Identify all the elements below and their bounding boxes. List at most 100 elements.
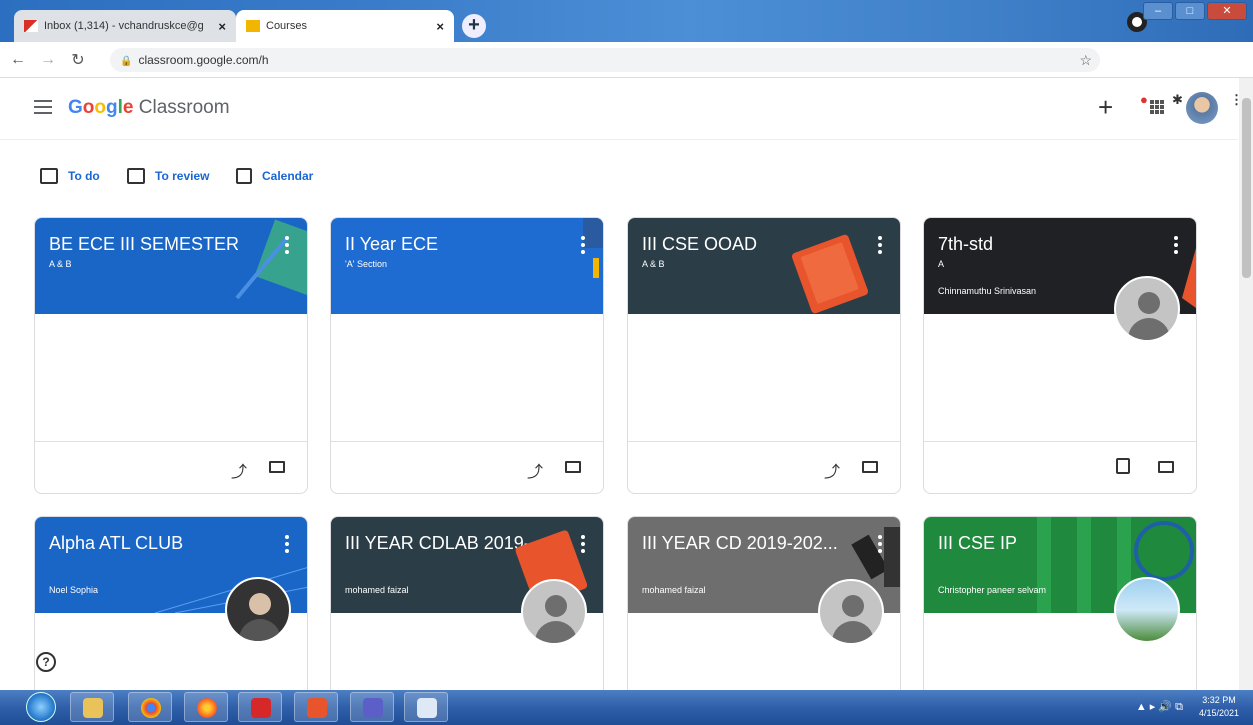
gmail-icon — [24, 20, 38, 32]
folder-icon[interactable] — [1158, 461, 1174, 473]
course-banner[interactable]: BE ECE III SEMESTER A & B — [35, 218, 307, 314]
teacher-avatar — [818, 579, 884, 645]
trending-icon[interactable]: ⤴ — [824, 458, 840, 482]
help-icon[interactable]: ? — [36, 652, 56, 672]
minimize-button[interactable]: – — [1143, 2, 1173, 20]
course-card[interactable]: II Year ECE 'A' Section ⤴ — [330, 217, 604, 494]
more-options-icon[interactable] — [581, 535, 585, 556]
teacher-name[interactable]: Christopher paneer selvam — [938, 585, 1046, 595]
trending-icon[interactable]: ⤴ — [527, 458, 543, 482]
taskbar-clock[interactable]: 3:32 PM 4/15/2021 — [1199, 694, 1239, 720]
account-avatar[interactable] — [1186, 92, 1218, 124]
app-taskbar-icon[interactable] — [404, 692, 448, 722]
course-title[interactable]: III YEAR CD 2019-202... — [642, 533, 862, 554]
firefox-taskbar-icon[interactable] — [184, 692, 228, 722]
address-toolbar: ← → ↻ 🔒classroom.google.com/h ☆ ● ✱ ● ⋮ — [0, 42, 1253, 107]
card-footer: ⤴ — [628, 441, 900, 493]
url-field[interactable]: 🔒 classroom.google.com/h ☆ — [110, 48, 1100, 72]
course-card[interactable]: III CSE OOAD A & B ⤴ — [627, 217, 901, 494]
more-options-icon[interactable] — [878, 236, 882, 257]
add-class-icon[interactable]: + — [1098, 92, 1113, 123]
course-card[interactable]: Alpha ATL CLUB Noel Sophia — [34, 516, 308, 696]
trending-icon[interactable]: ⤴ — [231, 458, 247, 482]
teacher-name[interactable]: Noel Sophia — [49, 585, 98, 595]
course-card[interactable]: 7th-std A Chinnamuthu Srinivasan — [923, 217, 1197, 494]
course-banner[interactable]: III CSE OOAD A & B — [628, 218, 900, 314]
classroom-header: Google Classroom + — [0, 78, 1238, 140]
teacher-avatar — [1114, 276, 1180, 342]
more-options-icon[interactable] — [1174, 236, 1178, 257]
tab-title: Courses — [266, 20, 307, 32]
course-section: 'A' Section — [345, 259, 387, 269]
banner-illustration — [235, 219, 307, 300]
lock-icon: 🔒 — [120, 56, 133, 67]
course-card[interactable]: III CSE IP Christopher paneer selvam — [923, 516, 1197, 696]
forward-icon[interactable]: → — [36, 51, 60, 69]
tab-courses[interactable]: Courses × — [236, 10, 454, 42]
teacher-avatar — [225, 577, 291, 643]
calendar-icon — [236, 168, 252, 184]
card-footer — [924, 441, 1196, 493]
acrobat-taskbar-icon[interactable] — [238, 692, 282, 722]
clock-time: 3:32 PM — [1202, 695, 1236, 705]
url-text: classroom.google.com/h — [138, 53, 269, 67]
more-options-icon[interactable] — [581, 236, 585, 257]
folder-icon[interactable] — [862, 461, 878, 473]
course-title[interactable]: II Year ECE — [345, 234, 565, 255]
powerpoint-taskbar-icon[interactable] — [294, 692, 338, 722]
card-footer: ⤴ — [331, 441, 603, 493]
new-tab-button[interactable]: + — [462, 14, 486, 38]
teacher-name[interactable]: mohamed faizal — [345, 585, 409, 595]
banner-illustration — [1182, 248, 1196, 308]
file-explorer-taskbar-icon[interactable] — [70, 692, 114, 722]
teacher-name[interactable]: Chinnamuthu Srinivasan — [938, 286, 1036, 296]
system-tray-icons[interactable]: ▲ ▸ 🔊 ⧉ — [1136, 700, 1183, 714]
to-review-label: To review — [155, 169, 210, 183]
todo-icon — [40, 168, 58, 184]
more-options-icon[interactable] — [285, 535, 289, 556]
course-card[interactable]: BE ECE III SEMESTER A & B ⤴ — [34, 217, 308, 494]
page-scrollbar[interactable] — [1239, 78, 1253, 690]
calendar-link[interactable]: Calendar — [236, 168, 313, 184]
chrome-taskbar-icon[interactable] — [128, 692, 172, 722]
todo-link[interactable]: To do — [40, 168, 100, 184]
close-tab-icon[interactable]: × — [436, 19, 444, 34]
course-section: A — [938, 259, 945, 269]
teams-taskbar-icon[interactable] — [350, 692, 394, 722]
calendar-label: Calendar — [262, 169, 314, 183]
course-card[interactable]: III YEAR CDLAB 2019-... mohamed faizal — [330, 516, 604, 696]
more-options-icon[interactable] — [878, 535, 882, 556]
tab-inbox[interactable]: Inbox (1,314) - vchandruskce@g × — [14, 10, 236, 42]
reload-icon[interactable]: ↻ — [66, 50, 90, 70]
close-tab-icon[interactable]: × — [218, 19, 226, 34]
teacher-avatar — [1114, 577, 1180, 643]
window-controls: – □ ✕ — [1143, 2, 1247, 20]
teacher-name[interactable]: mohamed faizal — [642, 585, 706, 595]
start-button-icon[interactable] — [26, 692, 56, 722]
card-footer: ⤴ — [35, 441, 307, 493]
clock-date: 4/15/2021 — [1198, 708, 1239, 718]
banner-illustration — [583, 218, 603, 278]
folder-icon[interactable] — [565, 461, 581, 473]
maximize-button[interactable]: □ — [1175, 2, 1205, 20]
close-window-button[interactable]: ✕ — [1207, 2, 1247, 20]
review-icon — [127, 168, 145, 184]
classroom-icon — [246, 20, 260, 32]
logo-product: Classroom — [138, 97, 230, 118]
back-icon[interactable]: ← — [6, 51, 30, 69]
browser-tab-bar: Inbox (1,314) - vchandruskce@g × Courses… — [0, 0, 1253, 42]
bookmark-star-icon[interactable]: ☆ — [1079, 48, 1092, 72]
hamburger-menu-icon[interactable] — [34, 100, 52, 114]
google-classroom-logo[interactable]: Google Classroom — [68, 97, 230, 119]
banner-illustration — [791, 234, 869, 314]
more-options-icon[interactable] — [285, 236, 289, 257]
portfolio-icon[interactable] — [1116, 458, 1130, 474]
course-banner[interactable]: II Year ECE 'A' Section — [331, 218, 603, 314]
teacher-avatar — [521, 579, 587, 645]
google-apps-icon[interactable] — [1150, 100, 1164, 114]
folder-icon[interactable] — [269, 461, 285, 473]
to-review-link[interactable]: To review — [127, 168, 209, 184]
scrollbar-thumb[interactable] — [1242, 98, 1251, 278]
course-title[interactable]: 7th-std — [938, 234, 1158, 255]
course-card[interactable]: III YEAR CD 2019-202... mohamed faizal — [627, 516, 901, 696]
